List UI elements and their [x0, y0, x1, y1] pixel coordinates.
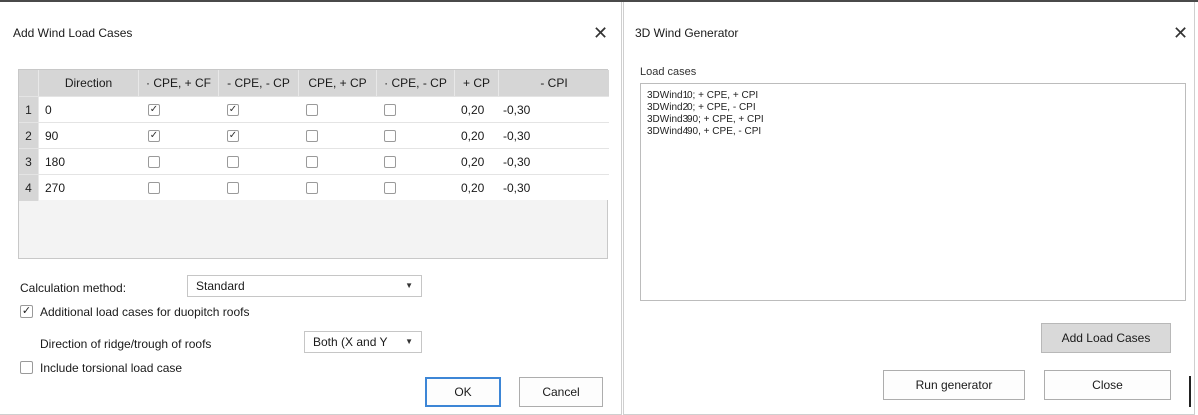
list-item[interactable]: 3DWind20; + CPE, - CPI — [647, 102, 756, 113]
grid-corner — [19, 70, 39, 96]
calculation-method-value: Standard — [196, 279, 245, 293]
cancel-button[interactable]: Cancel — [519, 377, 603, 407]
col-header-cpe-minus-cp[interactable]: · CPE, - CP — [377, 70, 455, 96]
ridge-direction-value: Both (X and Y — [313, 335, 388, 349]
cpi-minus-cell[interactable]: -0,30 — [499, 175, 609, 201]
combination-checkbox[interactable] — [384, 156, 396, 168]
col-header-cpe-minus-cpi[interactable]: - CPE, - CP — [219, 70, 299, 96]
add-wind-load-cases-dialog: Add Wind Load Cases ✕ Direction · CPE, +… — [0, 2, 622, 415]
combination-checkbox[interactable]: ✓ — [227, 130, 239, 142]
list-item[interactable]: 3DWind490, + CPE, - CPI — [647, 126, 761, 137]
combination-checkbox[interactable] — [306, 156, 318, 168]
table-row[interactable]: 4 270 0,20 -0,30 — [19, 174, 609, 201]
ridge-direction-select[interactable]: Both (X and Y ▼ — [304, 331, 422, 353]
load-cases-label: Load cases — [640, 66, 697, 78]
torsional-checkbox[interactable] — [20, 361, 33, 374]
table-row[interactable]: 1 0 ✓ ✓ 0,20 -0,30 — [19, 96, 609, 123]
cpi-minus-cell[interactable]: -0,30 — [499, 149, 609, 175]
row-index[interactable]: 1 — [19, 97, 39, 123]
load-case-id: 3DWind2 — [647, 102, 689, 113]
duopitch-label: Additional load cases for duopitch roofs — [40, 305, 250, 319]
direction-cell[interactable]: 0 — [39, 97, 139, 123]
cpi-plus-cell[interactable]: 0,20 — [455, 97, 499, 123]
ridge-direction-label: Direction of ridge/trough of roofs — [40, 337, 212, 351]
col-header-direction[interactable]: Direction — [39, 70, 139, 96]
combination-checkbox[interactable]: ✓ — [148, 130, 160, 142]
table-row[interactable]: 2 90 ✓ ✓ 0,20 -0,30 — [19, 122, 609, 149]
chevron-down-icon: ▼ — [405, 337, 413, 346]
row-index[interactable]: 2 — [19, 123, 39, 149]
table-row[interactable]: 3 180 0,20 -0,30 — [19, 148, 609, 175]
run-generator-button[interactable]: Run generator — [883, 370, 1025, 400]
cpi-minus-cell[interactable]: -0,30 — [499, 97, 609, 123]
cpi-plus-cell[interactable]: 0,20 — [455, 175, 499, 201]
add-load-cases-button[interactable]: Add Load Cases — [1041, 323, 1171, 353]
combination-checkbox[interactable] — [384, 182, 396, 194]
combination-checkbox[interactable]: ✓ — [148, 104, 160, 116]
list-item[interactable]: 3DWind390; + CPE, + CPI — [647, 114, 764, 125]
list-item[interactable]: 3DWind10; + CPE, + CPI — [647, 90, 758, 101]
combination-checkbox[interactable] — [384, 130, 396, 142]
load-case-description: 0; + CPE, + CPI — [687, 90, 759, 101]
wind-direction-grid: Direction · CPE, + CF - CPE, - CP CPE, +… — [18, 69, 609, 259]
chevron-down-icon: ▼ — [405, 281, 413, 290]
cpi-minus-cell[interactable]: -0,30 — [499, 123, 609, 149]
col-header-cpe-plus-cp[interactable]: CPE, + CP — [299, 70, 377, 96]
close-icon[interactable]: ✕ — [1173, 24, 1188, 42]
col-header-minus-cpi[interactable]: - CPI — [499, 70, 609, 96]
torsional-label: Include torsional load case — [40, 361, 183, 375]
load-case-id: 3DWind1 — [647, 90, 689, 101]
load-case-description: 90, + CPE, - CPI — [687, 126, 762, 137]
cpi-plus-cell[interactable]: 0,20 — [455, 149, 499, 175]
calculation-method-label: Calculation method: — [20, 281, 127, 295]
check-icon: ✓ — [149, 130, 159, 141]
combination-checkbox[interactable] — [148, 182, 160, 194]
col-header-plus-cpi[interactable]: + CP — [455, 70, 499, 96]
check-icon: ✓ — [149, 104, 159, 115]
row-index[interactable]: 3 — [19, 149, 39, 175]
dialog-title: Add Wind Load Cases — [13, 26, 133, 40]
row-index[interactable]: 4 — [19, 175, 39, 201]
combination-checkbox[interactable] — [306, 130, 318, 142]
load-case-id: 3DWind3 — [647, 114, 689, 125]
cpi-plus-cell[interactable]: 0,20 — [455, 123, 499, 149]
ok-button[interactable]: OK — [425, 377, 501, 407]
combination-checkbox[interactable] — [227, 182, 239, 194]
close-icon[interactable]: ✕ — [593, 24, 608, 42]
calculation-method-select[interactable]: Standard ▼ — [187, 275, 422, 297]
combination-checkbox[interactable] — [227, 156, 239, 168]
combination-checkbox[interactable]: ✓ — [227, 104, 239, 116]
dialog-title: 3D Wind Generator — [635, 26, 739, 40]
combination-checkbox[interactable] — [306, 104, 318, 116]
combination-checkbox[interactable] — [384, 104, 396, 116]
direction-cell[interactable]: 90 — [39, 123, 139, 149]
load-cases-list[interactable]: 3DWind10; + CPE, + CPI 3DWind20; + CPE, -… — [640, 83, 1186, 301]
3d-wind-generator-dialog: 3D Wind Generator ✕ Load cases 3DWind10;… — [623, 2, 1195, 415]
combination-checkbox[interactable] — [148, 156, 160, 168]
direction-cell[interactable]: 270 — [39, 175, 139, 201]
check-icon: ✓ — [228, 130, 238, 141]
combination-checkbox[interactable] — [306, 182, 318, 194]
duopitch-checkbox[interactable]: ✓ — [20, 305, 33, 318]
load-case-description: 0; + CPE, - CPI — [687, 102, 756, 113]
close-button[interactable]: Close — [1044, 370, 1171, 400]
check-icon: ✓ — [228, 104, 238, 115]
col-header-cpe-plus-cpi[interactable]: · CPE, + CF — [139, 70, 219, 96]
grid-header-row: Direction · CPE, + CF - CPE, - CP CPE, +… — [19, 70, 609, 96]
direction-cell[interactable]: 180 — [39, 149, 139, 175]
load-case-description: 90; + CPE, + CPI — [687, 114, 764, 125]
check-icon: ✓ — [21, 305, 32, 317]
scroll-edge-marker — [1189, 376, 1191, 407]
load-case-id: 3DWind4 — [647, 126, 689, 137]
